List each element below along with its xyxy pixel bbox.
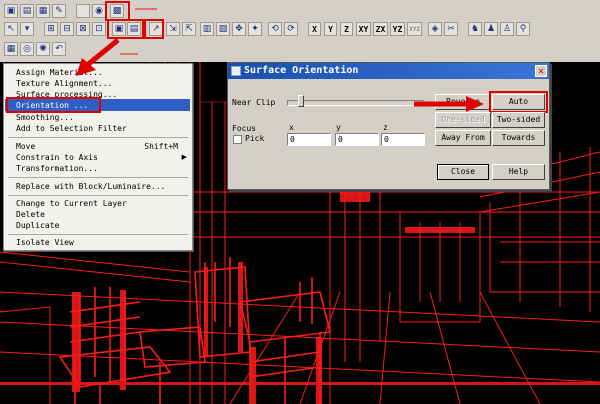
focus-x-field[interactable]: 0 <box>287 133 331 146</box>
tool-c-icon[interactable]: ⊠ <box>76 22 90 36</box>
axis-xyz-button[interactable]: XYZ <box>407 22 422 36</box>
annotation-arrow-2-icon <box>414 96 484 112</box>
arrow-hint-icon <box>135 8 157 10</box>
annotation-arrow-icon <box>76 38 120 76</box>
grid-icon[interactable]: ▦ <box>4 42 18 56</box>
close-button[interactable]: Close <box>437 164 489 180</box>
tool-f-icon[interactable]: ⇱ <box>182 22 196 36</box>
figure-icon[interactable]: ♞ <box>468 22 482 36</box>
window-icon <box>231 66 241 76</box>
tool-a-icon[interactable]: ⊞ <box>44 22 58 36</box>
axis-z-button[interactable]: Z <box>340 22 353 36</box>
render-icon[interactable]: ◉ <box>92 4 106 18</box>
away-from-button[interactable]: Away From <box>435 130 491 146</box>
menu-item-add-to-selection-filter[interactable]: Add to Selection Filter <box>16 124 127 133</box>
menu-item-isolate-view[interactable]: Isolate View <box>16 238 74 247</box>
tool-icon[interactable]: ✎ <box>52 4 66 18</box>
menu-item-duplicate[interactable]: Duplicate <box>16 221 59 230</box>
view-icon[interactable]: ◎ <box>20 42 34 56</box>
menu-separator <box>8 137 188 138</box>
menu-item-constrain-to-axis[interactable]: Constrain to Axis <box>16 153 98 162</box>
axis-zx-button[interactable]: ZX <box>373 22 388 36</box>
focus-z-field[interactable]: 0 <box>381 133 425 146</box>
axis-x-button[interactable]: X <box>308 22 321 36</box>
dialog-titlebar[interactable]: Surface Orientation ✕ <box>228 63 549 79</box>
axis-yz-button[interactable]: YZ <box>390 22 405 36</box>
pick-label: Pick <box>245 134 265 143</box>
blank-icon[interactable] <box>76 4 90 18</box>
submenu-arrow-icon: ▶ <box>181 153 187 161</box>
near-clip-slider-thumb[interactable] <box>298 95 304 107</box>
menu-separator <box>8 195 188 196</box>
paint-icon[interactable]: ▾ <box>20 22 34 36</box>
rotate-icon[interactable]: ⟲ <box>268 22 282 36</box>
tool-i-icon[interactable]: ✥ <box>232 22 246 36</box>
menu-item-smoothing[interactable]: Smoothing... <box>16 113 74 122</box>
context-menu: Assign Material... Texture Alignment... … <box>3 63 193 251</box>
figure-3-icon[interactable]: ♙ <box>500 22 514 36</box>
menu-separator <box>8 177 188 178</box>
menu-item-replace-with-block[interactable]: Replace with Block/Luminaire... <box>16 182 165 191</box>
figure-2-icon[interactable]: ♟ <box>484 22 498 36</box>
highlight-auto-orient <box>489 91 548 113</box>
menu-shortcut-move: Shift+M <box>144 142 178 151</box>
y-label: y <box>336 123 341 132</box>
two-sided-button[interactable]: Two-sided <box>492 112 545 128</box>
copy-icon[interactable]: ▦ <box>36 4 50 18</box>
help-button[interactable]: Help <box>492 164 545 180</box>
light-icon[interactable]: ✺ <box>36 42 50 56</box>
figure-4-icon[interactable]: ⚲ <box>516 22 530 36</box>
dialog-title: Surface Orientation <box>244 65 359 76</box>
open-icon[interactable]: ▤ <box>20 4 34 18</box>
pick-checkbox[interactable] <box>233 135 242 144</box>
menu-item-delete[interactable]: Delete <box>16 210 45 219</box>
select-arrow-icon[interactable]: ↖ <box>4 22 18 36</box>
tool-e-icon[interactable]: ⇲ <box>166 22 180 36</box>
menu-item-transformation[interactable]: Transformation... <box>16 164 98 173</box>
axis-y-button[interactable]: Y <box>324 22 337 36</box>
axis-xy-button[interactable]: XY <box>356 22 371 36</box>
close-icon[interactable]: ✕ <box>535 65 547 77</box>
tool-l-icon[interactable]: ✂ <box>444 22 458 36</box>
surface-orientation-dialog: Surface Orientation ✕ Near Clip Focus Pi… <box>227 62 550 190</box>
x-label: x <box>289 123 294 132</box>
z-label: z <box>383 123 388 132</box>
tool-j-icon[interactable]: ✦ <box>248 22 262 36</box>
menu-separator <box>8 234 188 235</box>
highlight-pointer <box>144 19 164 39</box>
focus-label: Focus <box>232 124 257 133</box>
menu-item-change-to-current-layer[interactable]: Change to Current Layer <box>16 199 127 208</box>
tool-d-icon[interactable]: ⊡ <box>92 22 106 36</box>
towards-button[interactable]: Towards <box>492 130 545 146</box>
highlight-orientation <box>6 97 101 113</box>
near-clip-slider[interactable] <box>287 100 425 106</box>
menu-item-move[interactable]: Move <box>16 142 35 151</box>
tool-b-icon[interactable]: ⊟ <box>60 22 74 36</box>
new-file-icon[interactable]: ▣ <box>4 4 18 18</box>
tool-h-icon[interactable]: ▧ <box>216 22 230 36</box>
tool-k-icon[interactable]: ◈ <box>428 22 442 36</box>
highlight-surface-tools <box>105 1 130 21</box>
focus-y-field[interactable]: 0 <box>335 133 379 146</box>
rotate-2-icon[interactable]: ⟳ <box>284 22 298 36</box>
near-clip-label: Near Clip <box>232 98 276 107</box>
tool-g-icon[interactable]: ▥ <box>200 22 214 36</box>
